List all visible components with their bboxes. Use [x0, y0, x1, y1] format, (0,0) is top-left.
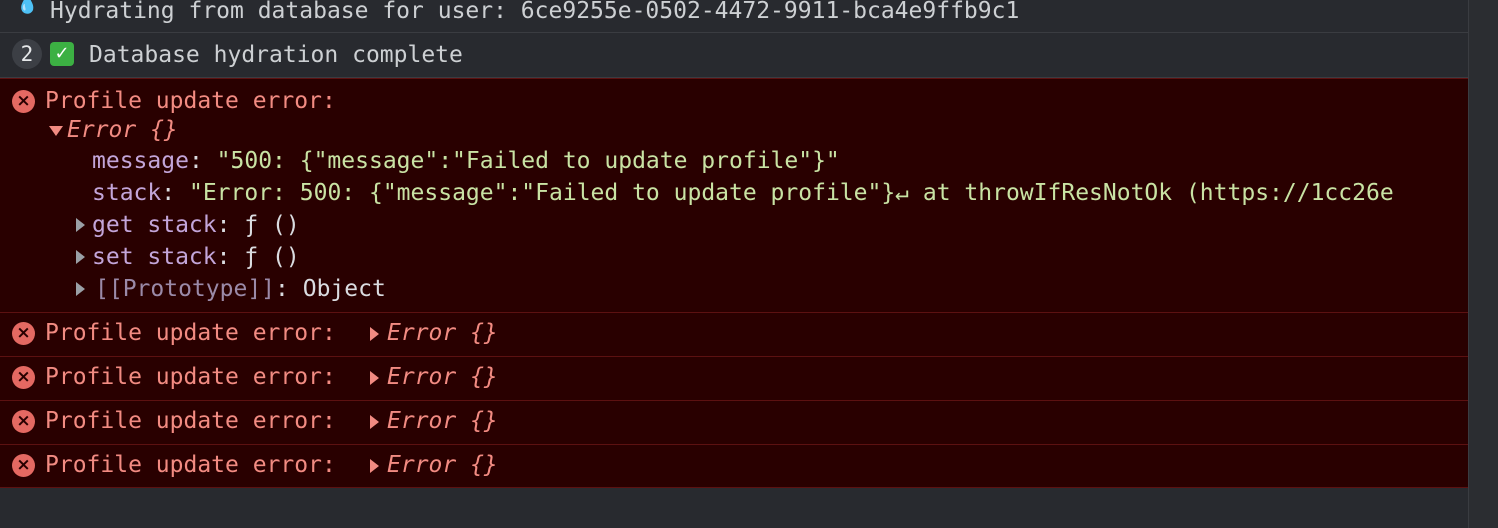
error-label: Profile update error: — [45, 320, 336, 346]
expand-triangle-icon — [370, 326, 379, 341]
error-circle-icon: × — [12, 454, 35, 477]
prototype-property[interactable]: [[Prototype]]: Object — [95, 274, 386, 304]
expand-triangle-icon[interactable] — [76, 282, 85, 296]
property-colon: : — [216, 212, 231, 238]
error-object-label: Error {} — [387, 320, 498, 346]
error-circle-icon: × — [12, 90, 35, 113]
log-message: Database hydration complete — [89, 42, 463, 68]
check-mark-icon: ✓ — [50, 42, 74, 66]
error-label: Profile update error: — [45, 88, 336, 114]
expand-triangle-icon — [370, 414, 379, 429]
console-log-row[interactable]: 💧 Hydrating from database for user: 6ce9… — [0, 0, 1468, 33]
error-object-label: Error {} — [67, 117, 178, 143]
error-label: Profile update error: — [45, 452, 336, 478]
property-key: [[Prototype]] — [95, 276, 276, 302]
message-property[interactable]: message: "500: {"message":"Failed to upd… — [92, 146, 840, 176]
console-scrollbar[interactable] — [1468, 0, 1498, 528]
error-object-toggle[interactable]: Error {} — [370, 362, 498, 392]
property-key: get stack — [92, 212, 217, 238]
repeat-count-badge: 2 — [12, 39, 42, 69]
property-colon: : — [275, 276, 289, 302]
expand-triangle-icon[interactable] — [76, 250, 85, 264]
error-object-label: Error {} — [387, 364, 498, 390]
expand-triangle-icon — [370, 458, 379, 473]
property-key: stack — [92, 180, 162, 206]
error-label: Profile update error: — [45, 408, 336, 434]
error-object-toggle[interactable]: Error {} — [370, 406, 498, 436]
property-colon: : — [161, 180, 176, 206]
set-stack-property[interactable]: set stack: ƒ () — [92, 242, 300, 272]
property-colon: : — [188, 148, 203, 174]
error-circle-icon: × — [12, 366, 35, 389]
error-object-label: Error {} — [387, 452, 498, 478]
error-label: Profile update error: — [45, 364, 336, 390]
error-object-toggle[interactable]: Error {} — [49, 115, 178, 145]
droplet-icon: 💧 — [16, 0, 39, 15]
console-error-row[interactable]: × Profile update error: Error {} — [0, 312, 1468, 356]
property-colon: : — [216, 244, 231, 270]
property-value: ƒ () — [244, 212, 300, 238]
log-message: Hydrating from database for user: 6ce925… — [50, 0, 1020, 24]
error-circle-icon: × — [12, 322, 35, 345]
property-key: message — [92, 148, 189, 174]
get-stack-property[interactable]: get stack: ƒ () — [92, 210, 300, 240]
property-key: set stack — [92, 244, 217, 270]
console-error-row[interactable]: × Profile update error: Error {} — [0, 400, 1468, 444]
error-circle-icon: × — [12, 410, 35, 433]
expand-triangle-icon — [370, 370, 379, 385]
console-error-row-expanded[interactable]: × Profile update error: Error {} message… — [0, 78, 1468, 312]
property-value: ƒ () — [244, 244, 300, 270]
devtools-console: 💧 Hydrating from database for user: 6ce9… — [0, 0, 1468, 528]
property-value: Object — [302, 276, 386, 302]
error-object-label: Error {} — [387, 408, 498, 434]
stack-property[interactable]: stack: "Error: 500: {"message":"Failed t… — [92, 178, 1394, 208]
console-error-row[interactable]: × Profile update error: Error {} — [0, 444, 1468, 488]
property-value: "Error: 500: {"message":"Failed to updat… — [188, 180, 1394, 206]
error-object-toggle[interactable]: Error {} — [370, 450, 498, 480]
error-object-toggle[interactable]: Error {} — [370, 318, 498, 348]
console-error-row[interactable]: × Profile update error: Error {} — [0, 356, 1468, 400]
expand-triangle-icon — [49, 125, 63, 136]
expand-triangle-icon[interactable] — [76, 218, 85, 232]
console-log-row[interactable]: 2 ✓ Database hydration complete — [0, 33, 1468, 78]
property-value: "500: {"message":"Failed to update profi… — [216, 148, 840, 174]
